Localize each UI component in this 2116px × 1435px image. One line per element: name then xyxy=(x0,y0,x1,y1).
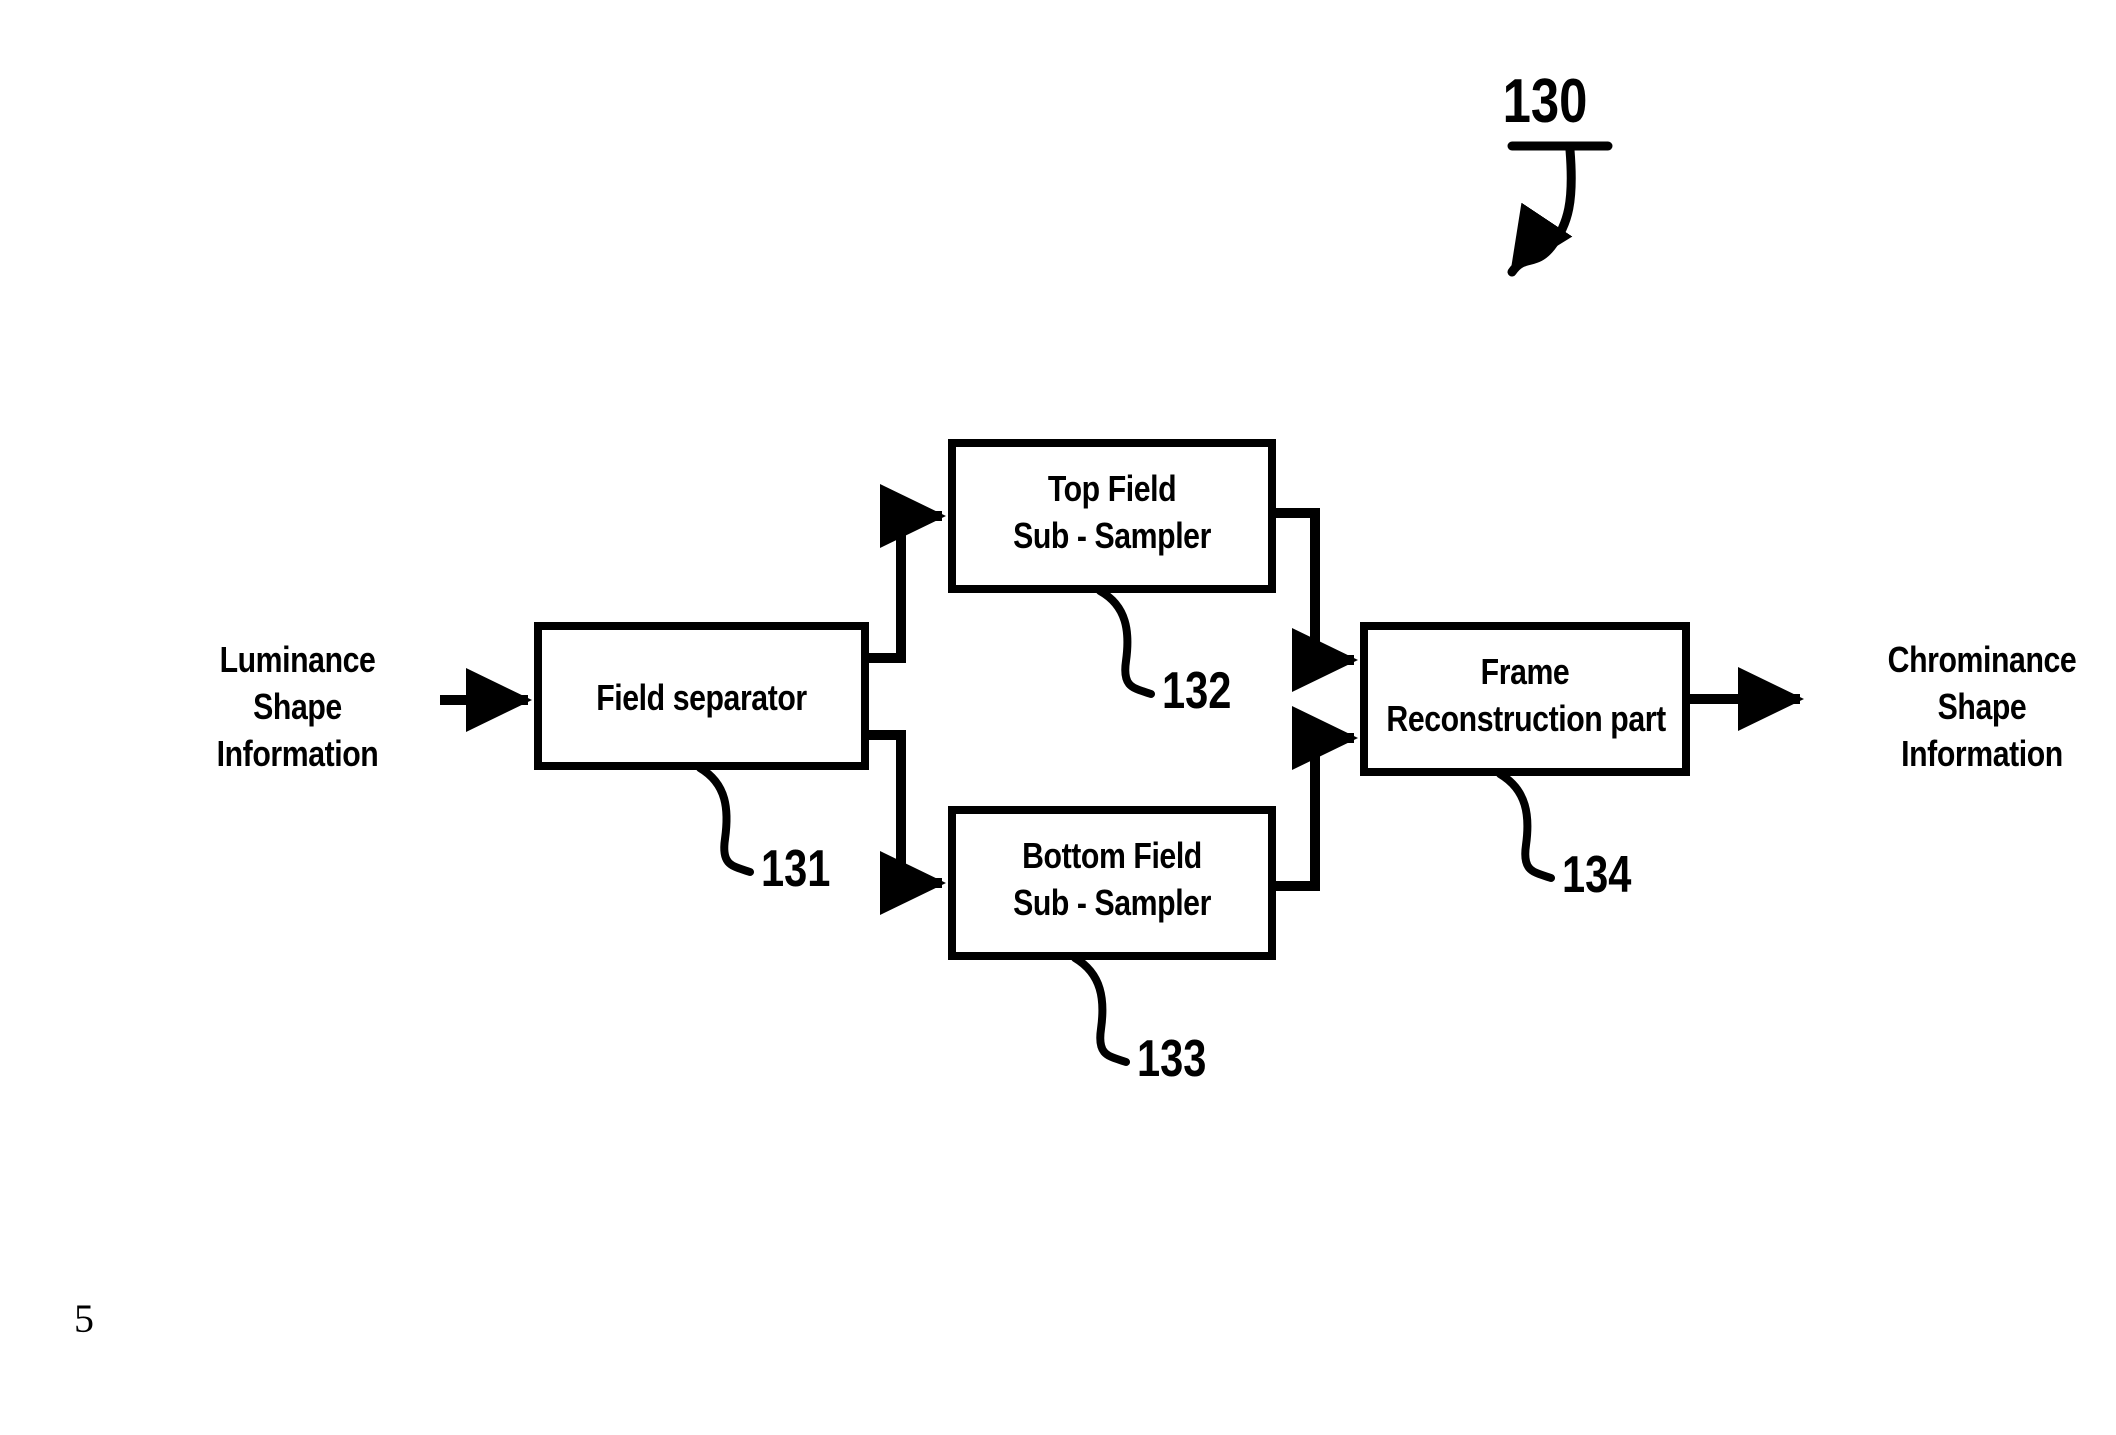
block-label-top-field-line-2: Sub - Sampler xyxy=(1013,514,1211,556)
leader-line-131 xyxy=(696,764,754,876)
block-label-top-field-sub-sampler: Top Field Sub - Sampler xyxy=(952,466,1272,560)
input-label-line-3: Information xyxy=(216,732,379,774)
block-label-top-field-line-1: Top Field xyxy=(1047,468,1177,509)
input-label: Luminance Shape Information xyxy=(155,637,440,777)
connector-field-separator-to-top-field xyxy=(865,484,947,663)
block-label-frame-reconstruction-part: Frame Reconstruction part xyxy=(1360,649,1690,743)
block-label-bottom-field-line-1: Bottom Field xyxy=(1022,835,1202,876)
input-label-line-1: Luminance xyxy=(219,639,376,680)
page-marker: 5 xyxy=(74,1296,94,1341)
block-label-bottom-field-sub-sampler: Bottom Field Sub - Sampler xyxy=(952,833,1272,927)
block-label-field-separator-line-1: Field separator xyxy=(596,677,807,718)
leader-line-133 xyxy=(1071,954,1130,1066)
input-label-line-2: Shape xyxy=(253,685,342,727)
figure-number-leader-line xyxy=(1507,145,1576,277)
block-label-bottom-field-line-2: Sub - Sampler xyxy=(1013,881,1211,923)
output-label: Chrominance Shape Information xyxy=(1832,637,2116,777)
block-label-field-separator: Field separator xyxy=(538,675,865,722)
block-label-frame-recon-line-2: Reconstruction part xyxy=(1386,697,1666,739)
connector-top-field-to-frame-reconstruction xyxy=(1272,508,1359,692)
connector-field-separator-to-bottom-field xyxy=(865,730,947,915)
output-label-line-1: Chrominance xyxy=(1887,639,2077,680)
output-label-line-3: Information xyxy=(1901,732,2063,774)
figure-number: 130 xyxy=(1502,67,1588,136)
leader-line-132 xyxy=(1096,587,1155,698)
reference-numeral-134: 134 xyxy=(1562,846,1632,904)
reference-numeral-132: 132 xyxy=(1162,662,1232,720)
output-label-line-2: Shape xyxy=(1937,685,2027,727)
block-label-frame-recon-line-1: Frame xyxy=(1480,651,1570,692)
connector-bottom-field-to-frame-reconstruction xyxy=(1272,706,1359,891)
leader-line-134 xyxy=(1496,770,1555,882)
reference-numeral-133: 133 xyxy=(1137,1030,1207,1088)
reference-numeral-131: 131 xyxy=(761,840,831,898)
